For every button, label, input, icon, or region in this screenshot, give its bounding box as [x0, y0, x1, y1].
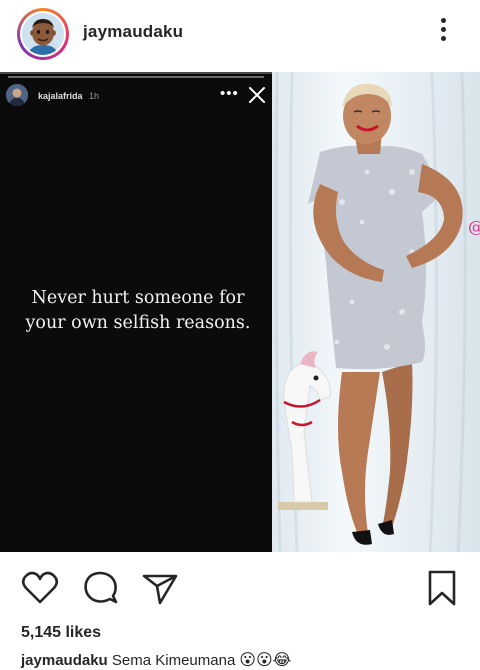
avatar-story-ring[interactable]	[17, 8, 69, 60]
story-screenshot: kajalafrida 1h ••• Never hurt someone fo…	[0, 74, 272, 552]
story-quote: Never hurt someone for your own selfish …	[18, 286, 258, 336]
post-username[interactable]: jaymaudaku	[83, 22, 183, 42]
post-header: jaymaudaku	[0, 0, 480, 70]
caption-username[interactable]: jaymaudaku	[21, 652, 108, 669]
share-icon[interactable]	[140, 568, 180, 608]
more-options-icon[interactable]	[436, 18, 450, 48]
caption-text: Sema Kimeumana	[111, 652, 236, 669]
post-caption: jaymaudaku Sema Kimeumana 😮😮😂	[21, 650, 291, 670]
comment-icon[interactable]	[80, 568, 120, 608]
memoji-avatar-icon	[22, 13, 64, 55]
post-image[interactable]: kajalafrida 1h ••• Never hurt someone fo…	[0, 72, 480, 552]
story-progress-bar	[8, 76, 264, 78]
story-more-icon: •••	[220, 85, 239, 102]
rocking-horse	[278, 351, 331, 510]
quote-line: your own selfish reasons.	[25, 313, 251, 333]
watermark-text: @JayMaudaku	[468, 217, 480, 236]
story-close-icon	[249, 87, 265, 103]
woman-figure	[308, 83, 463, 545]
story-username: kajalafrida	[38, 91, 83, 101]
like-count[interactable]: 5,145 likes	[21, 624, 101, 642]
post-actions	[0, 560, 480, 610]
woman-photo-illustration	[274, 72, 467, 552]
heart-icon[interactable]	[20, 568, 60, 608]
avatar	[22, 13, 64, 55]
story-timestamp: 1h	[89, 91, 100, 101]
photo-panel: @JayMaudaku	[272, 72, 480, 552]
bookmark-icon[interactable]	[422, 568, 462, 608]
story-avatar	[6, 84, 28, 106]
quote-line: Never hurt someone for	[31, 288, 245, 308]
caption-emoji: 😮😮😂	[239, 652, 292, 669]
